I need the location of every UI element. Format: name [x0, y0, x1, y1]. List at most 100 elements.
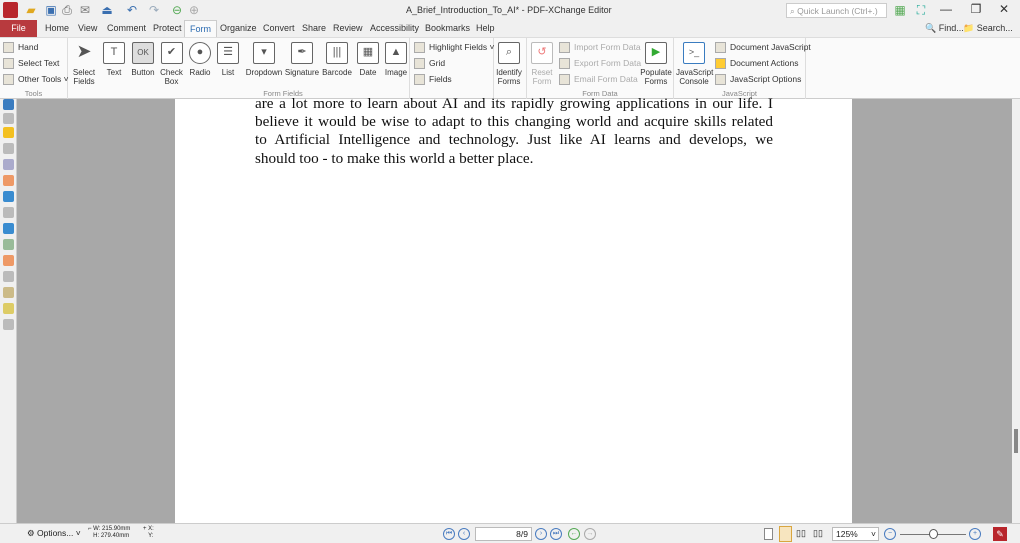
- text-line: to Artificial Intelligence and technolog…: [255, 131, 773, 149]
- pdf-xchange-icon[interactable]: ✎: [993, 527, 1007, 541]
- tab-organize[interactable]: Organize: [215, 20, 262, 37]
- document-area[interactable]: are a lot more to learn about AI and its…: [17, 95, 1012, 523]
- page-number-input[interactable]: 8/9: [475, 527, 532, 541]
- search-button[interactable]: 📁 Search...: [958, 20, 1018, 37]
- thumbnails-icon[interactable]: [3, 113, 14, 124]
- comments-icon[interactable]: [3, 127, 14, 138]
- continuous-facing-icon[interactable]: ▯▯: [813, 528, 823, 539]
- checkbox-field-button[interactable]: ✔ Check Box: [158, 42, 185, 86]
- label: List: [221, 68, 235, 77]
- hand-tool[interactable]: Hand: [3, 40, 38, 55]
- print-icon[interactable]: ⎙: [60, 3, 74, 17]
- barcode-icon: |||: [326, 42, 348, 64]
- email-form-data-button[interactable]: Email Form Data: [559, 72, 638, 87]
- single-page-icon[interactable]: [764, 528, 773, 540]
- select-text-tool[interactable]: Select Text: [3, 56, 59, 71]
- document-javascript-button[interactable]: Document JavaScript: [715, 40, 811, 55]
- redo-icon[interactable]: ↷: [147, 3, 161, 17]
- content-icon[interactable]: [3, 207, 14, 218]
- tab-protect[interactable]: Protect: [148, 20, 187, 37]
- zoom-in-button[interactable]: +: [969, 528, 981, 540]
- tab-share[interactable]: Share: [297, 20, 331, 37]
- group-javascript: >_ JavaScript Console Document JavaScript…: [674, 38, 811, 99]
- layers-icon[interactable]: [3, 159, 14, 170]
- zoom-out-button[interactable]: −: [884, 528, 896, 540]
- reset-form-button[interactable]: ↺ Reset Form: [529, 42, 555, 86]
- grid-icon: [414, 58, 425, 70]
- next-page-button[interactable]: ›: [535, 528, 547, 540]
- articles-icon[interactable]: [3, 191, 14, 202]
- grid-button[interactable]: Grid: [414, 56, 445, 71]
- javascript-options-button[interactable]: JavaScript Options: [715, 72, 801, 87]
- export-form-data-button[interactable]: Export Form Data: [559, 56, 641, 71]
- javascript-console-button[interactable]: >_ JavaScript Console: [676, 42, 713, 86]
- scan-icon[interactable]: ⏏: [100, 3, 114, 17]
- first-page-button[interactable]: ⏮: [443, 528, 455, 540]
- save-icon[interactable]: ▣: [44, 3, 58, 17]
- console-icon: >_: [683, 42, 705, 64]
- signatures-icon[interactable]: [3, 223, 14, 234]
- last-page-button[interactable]: ⏭: [550, 528, 562, 540]
- dropdown-field-button[interactable]: ▾ Dropdown: [243, 42, 285, 77]
- populate-forms-button[interactable]: ▶ Populate Forms: [639, 42, 673, 86]
- tab-accessibility[interactable]: Accessibility: [365, 20, 424, 37]
- tab-home[interactable]: Home: [40, 20, 74, 37]
- list-field-button[interactable]: ☰ List: [216, 42, 240, 77]
- group-label: Tools: [24, 89, 43, 98]
- zoom-dropdown[interactable]: 125% ˅: [832, 527, 879, 541]
- tab-review[interactable]: Review: [328, 20, 368, 37]
- destinations-icon[interactable]: [3, 303, 14, 314]
- bookmarks-icon[interactable]: [3, 99, 14, 110]
- import-form-data-button[interactable]: Import Form Data: [559, 40, 641, 55]
- fields-button[interactable]: Fields: [414, 72, 452, 87]
- button-field-button[interactable]: OK Button: [128, 42, 158, 77]
- scrollbar-thumb[interactable]: [1014, 429, 1018, 453]
- facing-pages-icon[interactable]: ▯▯: [796, 528, 806, 539]
- continuous-page-icon[interactable]: [779, 526, 792, 542]
- undo-icon[interactable]: ↶: [125, 3, 139, 17]
- identify-forms-button[interactable]: ⌕ Identify Forms: [494, 42, 524, 86]
- tab-convert[interactable]: Convert: [258, 20, 300, 37]
- tab-help[interactable]: Help: [471, 20, 500, 37]
- tab-bookmarks[interactable]: Bookmarks: [420, 20, 475, 37]
- signature-field-button[interactable]: ✒ Signature: [284, 42, 320, 77]
- tab-form[interactable]: Form: [184, 20, 217, 37]
- forms-icon[interactable]: [3, 175, 14, 186]
- document-actions-button[interactable]: Document Actions: [715, 56, 799, 71]
- image-field-button[interactable]: ▲ Image: [382, 42, 410, 77]
- other-tools-dropdown[interactable]: Other Tools ˅: [3, 72, 69, 87]
- links-icon[interactable]: [3, 255, 14, 266]
- attachments-icon[interactable]: [3, 143, 14, 154]
- tab-file[interactable]: File: [0, 20, 37, 37]
- structure-icon[interactable]: [3, 239, 14, 250]
- select-fields-button[interactable]: ➤ Select Fields: [70, 42, 98, 87]
- open-icon[interactable]: ▰: [24, 3, 38, 17]
- forward-view-button[interactable]: →: [584, 528, 596, 540]
- maximize-button[interactable]: ❐: [962, 2, 990, 18]
- back-view-button[interactable]: ←: [568, 528, 580, 540]
- tags-icon[interactable]: [3, 271, 14, 282]
- previous-page-button[interactable]: ‹: [458, 528, 470, 540]
- text-field-button[interactable]: T Text: [101, 42, 127, 77]
- quick-launch-input[interactable]: ⌕ Quick Launch (Ctrl+.): [786, 3, 887, 18]
- pdf-page[interactable]: are a lot more to learn about AI and its…: [175, 95, 852, 523]
- options-dropdown[interactable]: ⚙ Options... ˅: [27, 528, 81, 539]
- vertical-scrollbar[interactable]: [1012, 99, 1020, 523]
- properties-icon[interactable]: [3, 319, 14, 330]
- forward-icon[interactable]: ⊕: [187, 3, 201, 17]
- barcode-field-button[interactable]: ||| Barcode: [320, 42, 354, 77]
- radio-field-button[interactable]: ● Radio: [186, 42, 214, 77]
- close-button[interactable]: ✕: [990, 2, 1018, 18]
- back-icon[interactable]: ⊖: [170, 3, 184, 17]
- page-text[interactable]: are a lot more to learn about AI and its…: [255, 95, 773, 168]
- fullscreen-icon[interactable]: ⛶: [914, 3, 928, 17]
- tab-comment[interactable]: Comment: [102, 20, 151, 37]
- highlight-fields-dropdown[interactable]: Highlight Fields ˅: [414, 40, 494, 55]
- email-icon[interactable]: ✉: [78, 3, 92, 17]
- order-icon[interactable]: [3, 287, 14, 298]
- minimize-button[interactable]: —: [932, 2, 960, 18]
- date-field-button[interactable]: ▦ Date: [355, 42, 381, 77]
- zoom-slider-handle[interactable]: [929, 529, 938, 539]
- tab-view[interactable]: View: [73, 20, 102, 37]
- ui-options-icon[interactable]: ▦: [893, 3, 907, 17]
